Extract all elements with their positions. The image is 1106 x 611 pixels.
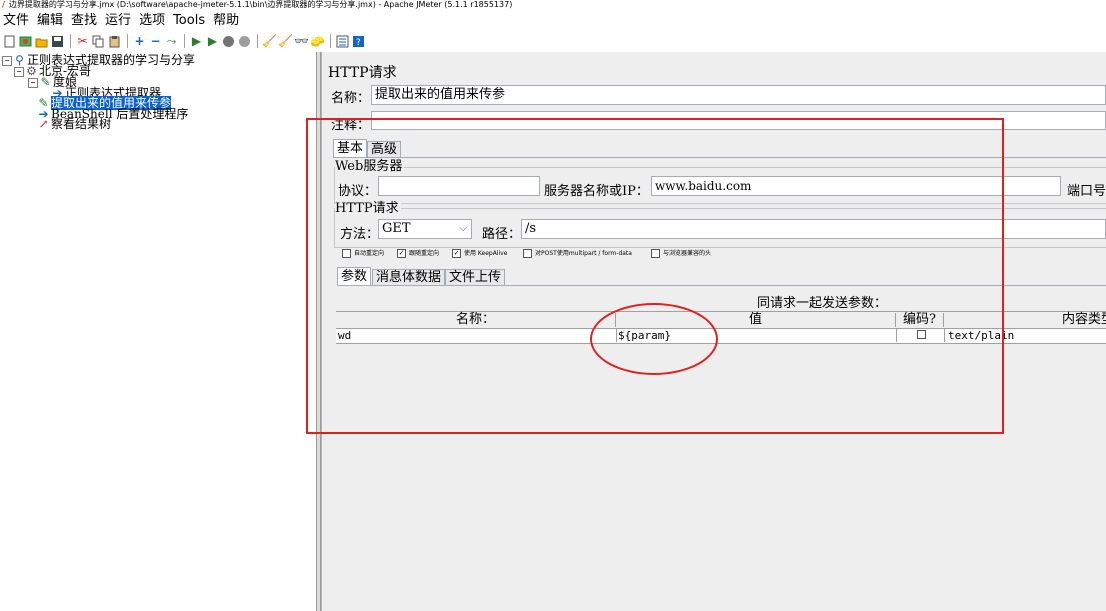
menu-file[interactable]: 文件 (2, 12, 30, 30)
start-no-timers-icon[interactable]: ▶ (205, 34, 220, 49)
clear-all-icon[interactable]: 🧹 (278, 34, 293, 49)
tree-node-results-tree[interactable]: ↗ 察看结果树 (38, 118, 111, 130)
annotation-ellipse (590, 303, 718, 375)
jmeter-logo-icon: / (2, 0, 5, 9)
collapse-icon[interactable]: − (148, 34, 163, 49)
toolbar-separator (127, 34, 128, 48)
clear-icon[interactable]: 🧹 (262, 34, 277, 49)
function-helper-icon[interactable] (335, 34, 350, 49)
menu-options[interactable]: 选项 (138, 12, 166, 30)
sampler-pen-icon: ✎ (40, 75, 51, 89)
toolbar: ✂ + − ⤳ ▶ ▶ 🧹 🧹 👓 🧽 ? (0, 32, 367, 50)
listener-chart-icon: ↗ (38, 117, 49, 131)
toggle-icon[interactable]: ⤳ (164, 34, 179, 49)
open-icon[interactable] (34, 34, 49, 49)
toolbar-separator (330, 34, 331, 48)
expand-icon[interactable]: + (132, 34, 147, 49)
cut-icon[interactable]: ✂ (75, 34, 90, 49)
window-title: / 边界提取器的学习与分享.jmx (D:\software\apache-jme… (0, 0, 1106, 10)
panel-title: HTTP请求 (328, 65, 397, 81)
menu-run[interactable]: 运行 (104, 12, 132, 30)
collapse-toggle-icon[interactable]: − (2, 55, 12, 66)
collapse-toggle-icon[interactable]: − (14, 66, 24, 77)
help-icon[interactable]: ? (351, 34, 366, 49)
save-icon[interactable] (50, 34, 65, 49)
toolbar-separator (184, 34, 185, 48)
new-icon[interactable] (2, 34, 17, 49)
toolbar-separator (257, 34, 258, 48)
svg-text:?: ? (356, 38, 361, 48)
templates-icon[interactable] (18, 34, 33, 49)
window-title-text: 边界提取器的学习与分享.jmx (D:\software\apache-jmet… (8, 0, 513, 9)
toolbar-separator (70, 34, 71, 48)
collapse-toggle-icon[interactable]: − (28, 77, 38, 88)
port-label: 端口号 (1067, 184, 1106, 199)
annotation-rectangle (306, 118, 1004, 434)
paste-icon[interactable] (107, 34, 122, 49)
name-field[interactable]: 提取出来的值用来传参 (371, 85, 1106, 105)
name-label: 名称： (331, 91, 371, 106)
menu-edit[interactable]: 编辑 (36, 12, 64, 30)
start-icon[interactable]: ▶ (189, 34, 204, 49)
copy-icon[interactable] (91, 34, 106, 49)
test-plan-tree: − ⚲ 正则表达式提取器的学习与分享 − ⚙ 北京-宏哥 − ✎ 度娘 ➔ 正则表达式提取器 … (0, 52, 316, 611)
menu-bar: 文件 编辑 查找 运行 选项 Tools 帮助 (0, 12, 240, 30)
stop-icon[interactable] (221, 34, 236, 49)
search-icon[interactable]: 👓 (294, 34, 309, 49)
menu-tools[interactable]: Tools (172, 12, 206, 30)
shutdown-icon[interactable] (237, 34, 252, 49)
reset-search-icon[interactable]: 🧽 (310, 34, 325, 49)
menu-search[interactable]: 查找 (70, 12, 98, 30)
menu-help[interactable]: 帮助 (212, 12, 240, 30)
